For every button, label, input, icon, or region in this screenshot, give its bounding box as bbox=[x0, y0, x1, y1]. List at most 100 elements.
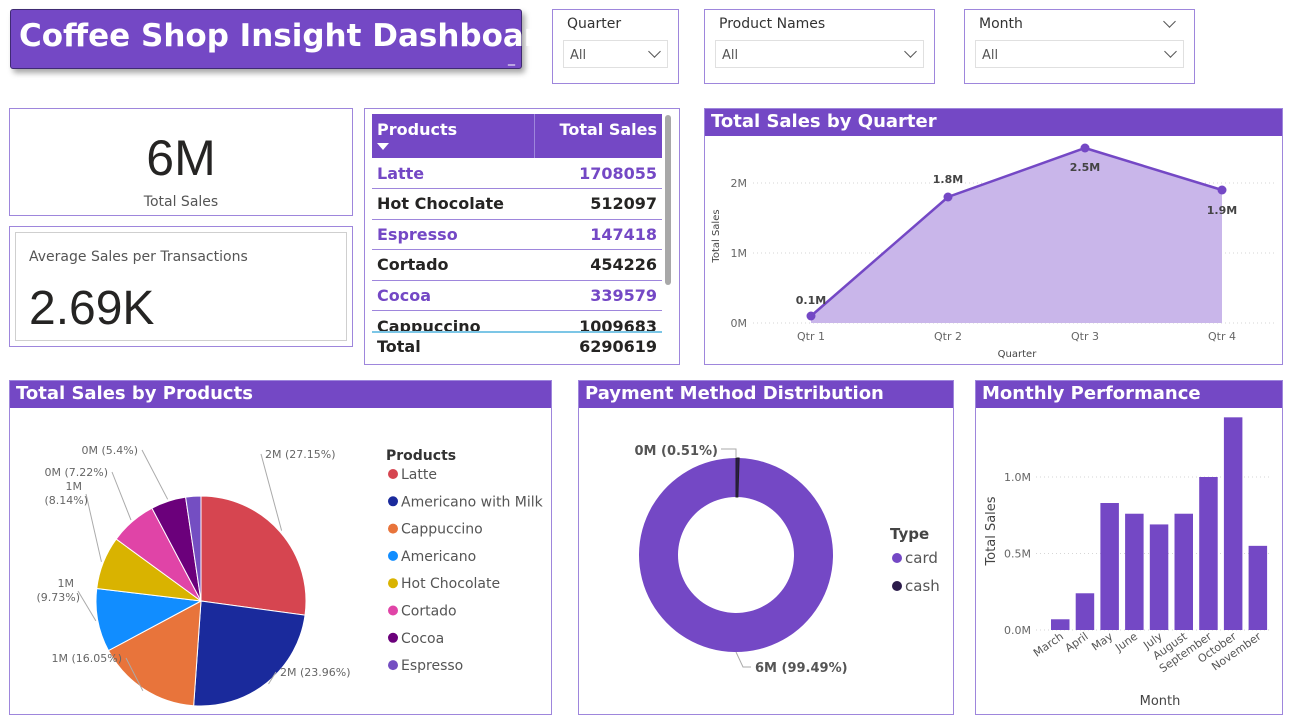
month-slicer[interactable]: Month All bbox=[964, 9, 1195, 84]
x-tick-label: Qtr 1 bbox=[797, 330, 825, 343]
payment-donut-chart: 0M (0.51%) 6M (99.49%) Type card cash bbox=[635, 444, 940, 676]
x-axis-title: Month bbox=[1140, 694, 1181, 709]
leader-line bbox=[111, 471, 132, 521]
legend-label: Latte bbox=[401, 467, 437, 483]
quarter-chart-title: Total Sales by Quarter bbox=[705, 109, 1282, 136]
products-table: Products Total Sales Latte 1708055 Hot Ch… bbox=[372, 114, 662, 332]
products-table-card: Products Total Sales Latte 1708055 Hot Ch… bbox=[364, 108, 680, 365]
quarter-slicer[interactable]: Quarter All bbox=[552, 9, 679, 84]
legend-marker bbox=[388, 605, 398, 616]
x-tick-label: Qtr 2 bbox=[934, 330, 962, 343]
data-label: 6M (99.49%) bbox=[755, 661, 848, 676]
x-axis-title: Quarter bbox=[998, 349, 1038, 360]
y-tick-label: 1.0M bbox=[1004, 471, 1031, 484]
legend-title: Products bbox=[386, 448, 456, 464]
quarter-area-chart: 0M 1M 2M 0.1M Qtr 1 1.8M Qtr 2 2.5M Qtr 3 1.9M Qtr… bbox=[711, 143, 1275, 360]
bar bbox=[1149, 524, 1169, 630]
table-row: Espresso 147418 bbox=[372, 219, 662, 250]
data-label: 2M (27.15%) bbox=[265, 448, 336, 461]
product-names-dropdown[interactable]: All bbox=[715, 40, 924, 68]
bar bbox=[1075, 593, 1095, 630]
chevron-down-icon bbox=[1164, 45, 1177, 58]
legend-label: Cappuccino bbox=[401, 522, 483, 538]
y-axis-title: Total Sales bbox=[984, 496, 999, 566]
data-label: 1.9M bbox=[1207, 204, 1237, 217]
data-point bbox=[943, 192, 953, 202]
data-label: 1M (16.05%) bbox=[51, 652, 122, 665]
x-tick-label: June bbox=[1112, 630, 1140, 655]
data-label: 0.1M bbox=[796, 294, 826, 307]
y-tick-label: 0M bbox=[731, 317, 748, 330]
products-table-scroll[interactable]: Products Total Sales Latte 1708055 Hot Ch… bbox=[372, 114, 662, 332]
legend-title: Type bbox=[890, 525, 929, 543]
legend-label: cash bbox=[905, 577, 940, 595]
sort-desc-icon[interactable] bbox=[377, 143, 389, 150]
total-sales-card: 6M Total Sales bbox=[9, 108, 353, 216]
data-label: 1M bbox=[66, 480, 83, 493]
legend-marker bbox=[388, 523, 398, 534]
quarter-chart-card: Total Sales by Quarter 0M 1M 2M 0.1M Qtr 1 1.… bbox=[704, 108, 1283, 365]
total-value: 6290619 bbox=[579, 337, 657, 356]
month-dropdown-value: All bbox=[982, 48, 999, 63]
table-row: Cappuccino 1009683 bbox=[377, 316, 657, 333]
data-label: 1M bbox=[58, 577, 75, 590]
month-dropdown[interactable]: All bbox=[975, 40, 1184, 68]
leader-line bbox=[85, 493, 102, 562]
pie-slice bbox=[193, 600, 306, 707]
bar bbox=[1051, 619, 1070, 630]
data-point bbox=[1080, 143, 1090, 153]
legend-marker bbox=[388, 469, 398, 479]
data-label: 1.8M bbox=[933, 173, 963, 186]
bar bbox=[1223, 417, 1243, 630]
y-axis-title: Total Sales bbox=[711, 209, 722, 263]
legend-label: Hot Chocolate bbox=[401, 576, 500, 592]
avg-sales-card: Average Sales per Transactions 2.69K bbox=[9, 226, 353, 347]
legend-marker bbox=[388, 660, 398, 671]
bar bbox=[1248, 545, 1268, 630]
legend-label: Americano with Milk bbox=[401, 494, 544, 510]
bar bbox=[1100, 503, 1119, 630]
area-fill bbox=[811, 148, 1222, 323]
data-label: 2M (23.96%) bbox=[280, 666, 351, 679]
chevron-down-icon[interactable] bbox=[1163, 15, 1176, 28]
data-label: 2.5M bbox=[1070, 161, 1100, 174]
dashboard-title: Coffee Shop Insight Dashboard _ bbox=[10, 9, 561, 69]
y-tick-label: 0.5M bbox=[1004, 548, 1031, 561]
total-label: Total bbox=[377, 337, 421, 356]
payment-donut-card: Payment Method Distribution 0M (0.51%) 6M… bbox=[578, 380, 954, 715]
bar bbox=[1199, 477, 1218, 630]
legend-marker bbox=[388, 496, 398, 507]
quarter-slicer-label: Quarter bbox=[567, 16, 622, 32]
table-scrollbar[interactable] bbox=[665, 115, 671, 285]
leader-line bbox=[721, 448, 737, 458]
data-point bbox=[1217, 185, 1227, 195]
legend-label: Cortado bbox=[401, 604, 457, 620]
x-tick-label: March bbox=[1031, 630, 1066, 660]
legend-marker bbox=[388, 550, 398, 561]
quarter-dropdown[interactable]: All bbox=[563, 40, 668, 68]
monthly-bar-chart: 0.0M0.5M1.0MMarchAprilMayJune JulyAugustS… bbox=[984, 417, 1271, 709]
data-label: (8.14%) bbox=[44, 494, 88, 507]
quarter-dropdown-value: All bbox=[570, 48, 587, 63]
x-tick-label: Qtr 4 bbox=[1208, 330, 1236, 343]
minimize-icon[interactable]: _ bbox=[508, 50, 515, 66]
x-tick-label: Qtr 3 bbox=[1071, 330, 1099, 343]
legend-marker bbox=[388, 632, 398, 643]
monthly-bar-card: Monthly Performance 0.0M 0.5M 1.0M March Apr… bbox=[975, 380, 1283, 715]
total-sales-value: 6M bbox=[146, 130, 216, 186]
total-sales-column-header[interactable]: Total Sales bbox=[533, 114, 662, 158]
avg-sales-value: 2.69K bbox=[29, 282, 155, 335]
table-total-row: Total 6290619 bbox=[372, 334, 662, 362]
data-label: 0M (0.51%) bbox=[635, 444, 719, 459]
dashboard-title-text: Coffee Shop Insight Dashboard bbox=[19, 18, 562, 54]
monthly-bar-title: Monthly Performance bbox=[976, 381, 1282, 408]
y-tick-label: 0.0M bbox=[1004, 624, 1031, 637]
product-names-slicer[interactable]: Product Names All bbox=[704, 9, 935, 84]
data-label: (9.73%) bbox=[36, 591, 80, 604]
chevron-down-icon bbox=[904, 45, 917, 58]
y-tick-label: 1M bbox=[731, 247, 748, 260]
pie-slice bbox=[200, 495, 307, 616]
total-sales-label: Total Sales bbox=[143, 194, 219, 210]
products-column-header[interactable]: Products bbox=[372, 114, 535, 158]
products-pie-title: Total Sales by Products bbox=[10, 381, 551, 408]
